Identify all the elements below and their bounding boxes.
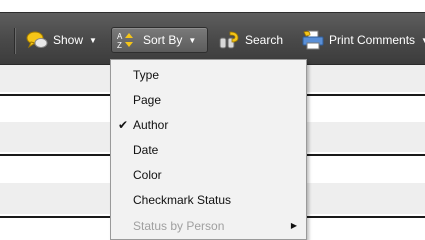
- submenu-arrow-icon: ▶: [290, 221, 297, 230]
- show-button[interactable]: Show ▼: [22, 27, 101, 53]
- menu-item-checkmark-status[interactable]: Checkmark Status: [111, 188, 306, 212]
- sort-by-label: Sort By: [143, 33, 183, 47]
- svg-text:A: A: [117, 32, 123, 41]
- menu-item-author[interactable]: ✔ Author: [111, 113, 306, 137]
- checkmark-icon: ✔: [118, 118, 129, 132]
- menu-item-label: Date: [133, 143, 159, 157]
- menu-item-date[interactable]: Date: [111, 138, 306, 162]
- menu-item-color[interactable]: Color: [111, 163, 306, 187]
- menu-item-status-by-person: Status by Person ▶: [111, 214, 306, 238]
- svg-text:Z: Z: [117, 41, 122, 50]
- menu-item-label: Checkmark Status: [133, 193, 232, 207]
- menu-item-page[interactable]: Page: [111, 88, 306, 112]
- title-strip: [0, 0, 425, 12]
- speech-bubbles-icon: [26, 30, 48, 50]
- search-button[interactable]: Search: [214, 27, 287, 53]
- chevron-down-icon: ▼: [421, 35, 425, 45]
- search-label: Search: [245, 33, 284, 47]
- chevron-down-icon: ▼: [89, 35, 97, 45]
- comments-toolbar: Show ▼ A Z Sort By ▼ Search Print Commen…: [0, 12, 425, 65]
- chevron-down-icon: ▼: [188, 35, 197, 45]
- sort-by-button[interactable]: A Z Sort By ▼: [111, 27, 208, 53]
- binoculars-icon: [218, 30, 240, 50]
- printer-icon: [302, 30, 324, 50]
- menu-item-type[interactable]: Type: [111, 63, 306, 87]
- menu-item-label: Page: [133, 93, 162, 107]
- menu-item-label: Author: [133, 118, 169, 132]
- menu-item-label: Color: [133, 168, 162, 182]
- print-comments-label: Print Comments: [329, 33, 416, 47]
- menu-item-label: Type: [133, 68, 160, 82]
- print-comments-button[interactable]: Print Comments ▼: [298, 27, 425, 53]
- az-sort-icon: A Z: [116, 30, 138, 50]
- menu-item-label: Status by Person: [133, 219, 225, 233]
- show-label: Show: [53, 33, 84, 47]
- toolbar-separator: [14, 28, 15, 54]
- sort-by-menu: Type Page ✔ Author Date Color Checkmark …: [110, 59, 307, 240]
